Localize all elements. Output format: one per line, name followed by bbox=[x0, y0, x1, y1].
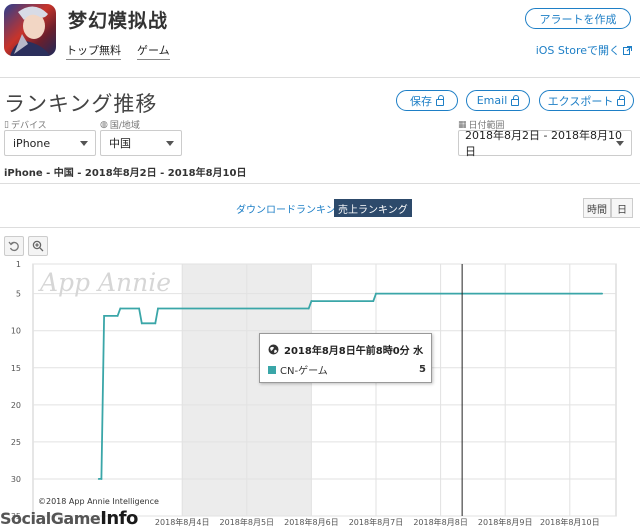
chart-tooltip: 2018年8月8日午前8時0分 水 CN-ゲーム 5 bbox=[259, 333, 432, 383]
export-button[interactable]: エクスポート bbox=[539, 90, 634, 111]
filter-summary: iPhone - 中国 - 2018年8月2日 - 2018年8月10日 bbox=[4, 168, 247, 179]
granularity-hour-button[interactable]: 時間 bbox=[583, 198, 611, 218]
data-point bbox=[310, 300, 313, 302]
y-tick-label: 15 bbox=[11, 364, 21, 373]
x-tick-label: 2018年8月4日 bbox=[155, 517, 210, 527]
series-line bbox=[98, 292, 603, 480]
data-point bbox=[100, 478, 103, 480]
globe-icon: ◍ bbox=[100, 119, 108, 130]
section-title: ランキング推移 bbox=[4, 92, 158, 116]
tab-downloads[interactable]: ダウンロードランキング bbox=[232, 199, 350, 217]
y-tick-label: 30 bbox=[11, 475, 21, 484]
email-button[interactable]: Email bbox=[466, 90, 530, 111]
lock-icon bbox=[511, 94, 520, 106]
chevron-down-icon bbox=[616, 141, 624, 146]
tooltip-series-row: CN-ゲーム 5 bbox=[268, 362, 426, 377]
globe-icon bbox=[268, 344, 279, 355]
lock-icon bbox=[617, 94, 626, 106]
tab-revenue[interactable]: 売上ランキング bbox=[334, 199, 412, 217]
app-title: 梦幻模拟战 bbox=[68, 10, 169, 32]
tag-top-free[interactable]: トップ無料 bbox=[66, 42, 121, 60]
undo-icon bbox=[8, 241, 19, 252]
summary-divider bbox=[0, 183, 640, 184]
tag-game[interactable]: ゲーム bbox=[137, 42, 170, 60]
y-tick-label: 20 bbox=[11, 401, 21, 410]
data-point bbox=[119, 307, 122, 310]
chevron-down-icon bbox=[166, 141, 174, 146]
x-tick-label: 2018年8月5日 bbox=[220, 517, 275, 527]
ranking-chart: 15101520253035 2018年8月4日 2018年8月5日 2018年8月… bbox=[11, 260, 617, 527]
data-point bbox=[103, 314, 106, 317]
header-divider bbox=[0, 77, 640, 78]
lock-icon bbox=[436, 94, 444, 106]
ios-store-link[interactable]: iOS Storeで開く bbox=[536, 42, 632, 58]
data-point bbox=[307, 307, 310, 310]
tooltip-header: 2018年8月8日午前8時0分 水 bbox=[268, 342, 423, 357]
create-alert-button[interactable]: アラートを作成 bbox=[525, 8, 631, 29]
data-point bbox=[157, 307, 159, 310]
y-tick-label: 10 bbox=[11, 327, 21, 336]
save-button[interactable]: 保存 bbox=[396, 90, 458, 111]
device-icon: ▯ bbox=[4, 119, 9, 130]
app-tags: トップ無料 ゲーム bbox=[66, 42, 170, 60]
series-swatch bbox=[268, 365, 276, 374]
zoom-in-icon bbox=[32, 240, 44, 252]
chart-watermark: App Annie bbox=[40, 268, 172, 297]
data-point bbox=[140, 322, 143, 325]
x-tick-label: 2018年8月8日 bbox=[413, 517, 468, 527]
data-point bbox=[375, 292, 377, 295]
data-point bbox=[601, 292, 603, 295]
x-tick-label: 2018年8月10日 bbox=[540, 517, 600, 527]
reset-zoom-button[interactable] bbox=[4, 236, 24, 256]
y-tick-label: 5 bbox=[16, 290, 21, 299]
data-point bbox=[372, 300, 375, 302]
chart-divider bbox=[0, 227, 640, 228]
y-tick-label: 1 bbox=[16, 260, 21, 269]
copyright-text: ©2018 App Annie Intelligence bbox=[38, 497, 159, 506]
data-point bbox=[116, 314, 119, 317]
x-tick-label: 2018年8月6日 bbox=[284, 517, 339, 527]
data-point bbox=[138, 307, 141, 310]
x-tick-label: 2018年8月7日 bbox=[349, 517, 404, 527]
external-link-icon bbox=[623, 45, 632, 55]
date-range-select[interactable]: 2018年8月2日 - 2018年8月10日 bbox=[458, 129, 632, 158]
data-point bbox=[97, 478, 100, 480]
chevron-down-icon bbox=[80, 141, 88, 146]
zoom-button[interactable] bbox=[28, 236, 48, 256]
device-select[interactable]: iPhone bbox=[4, 130, 96, 156]
app-icon bbox=[4, 4, 56, 56]
data-point bbox=[154, 322, 157, 325]
country-select[interactable]: 中国 bbox=[100, 130, 182, 156]
granularity-day-button[interactable]: 日 bbox=[611, 198, 633, 218]
x-tick-label: 2018年8月9日 bbox=[478, 517, 533, 527]
y-tick-label: 25 bbox=[11, 438, 21, 447]
source-logo: SocialGameInfo bbox=[0, 508, 138, 529]
